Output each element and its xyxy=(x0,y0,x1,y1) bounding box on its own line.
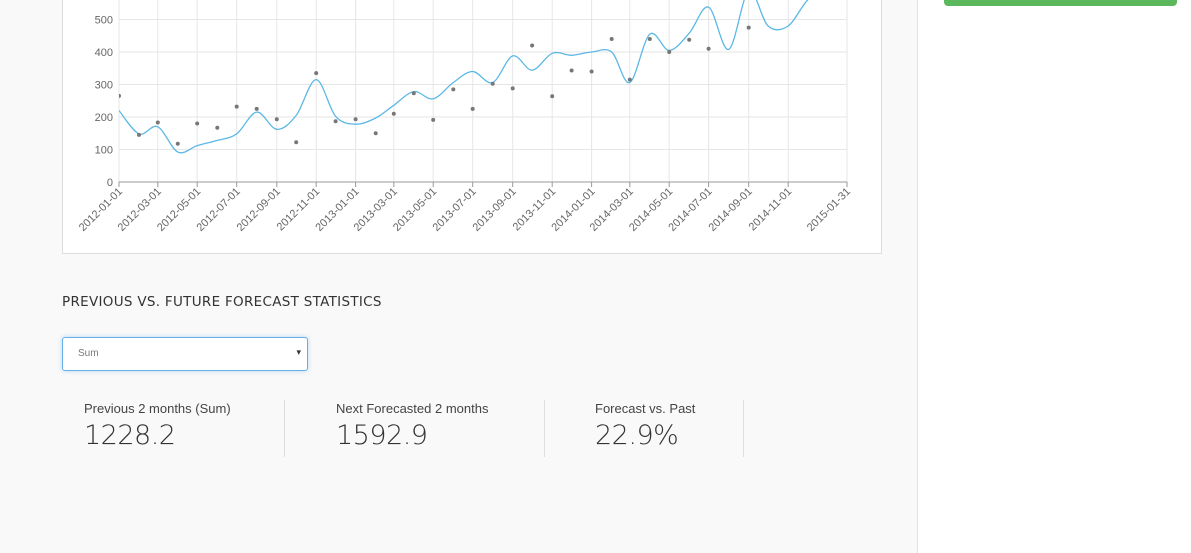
observed-data-point xyxy=(274,117,279,122)
stat-forecast-label: Next Forecasted 2 months xyxy=(336,401,489,416)
stat-forecast-value: 1592.9 xyxy=(336,420,428,451)
observed-data-point xyxy=(234,104,239,109)
observed-data-point xyxy=(353,117,358,122)
stats-section-title: PREVIOUS VS. FUTURE FORECAST STATISTICS xyxy=(62,294,382,310)
forecast-chart: 0 100 200 300 400 500 2012-01-01 2012-03-01 2012… xyxy=(62,0,882,254)
y-tick-label: 500 xyxy=(95,15,113,27)
observed-data-point xyxy=(706,46,711,51)
observed-data-point xyxy=(530,43,535,48)
observed-data-point xyxy=(569,68,574,73)
observed-data-point xyxy=(687,37,692,42)
observed-data-point xyxy=(215,125,220,130)
observed-data-point xyxy=(470,106,475,111)
observed-data-point xyxy=(490,81,495,86)
x-tick-label: 2014-11-01 xyxy=(747,186,795,234)
observed-data-point xyxy=(294,140,299,145)
right-sidebar xyxy=(917,0,1191,553)
y-tick-label: 200 xyxy=(95,112,113,124)
y-tick-label: 400 xyxy=(95,47,113,59)
observed-data-point xyxy=(373,131,378,136)
observed-data-point xyxy=(119,93,121,98)
observed-data-point xyxy=(254,106,259,111)
forecast-series-line xyxy=(119,0,809,154)
aggregation-select-value: Sum xyxy=(78,348,99,359)
observed-data-point xyxy=(333,119,338,124)
observed-data-point xyxy=(137,132,141,137)
chevron-down-icon: ▾ xyxy=(296,347,301,357)
y-tick-label: 100 xyxy=(95,145,113,157)
observed-data-point xyxy=(667,50,672,54)
aggregation-select[interactable]: Sum ▾ xyxy=(62,337,308,371)
observed-data-point xyxy=(609,37,614,41)
primary-action-button[interactable] xyxy=(944,0,1177,6)
x-tick-label: 2015-01-31 xyxy=(805,186,853,234)
stat-previous: Previous 2 months (Sum) 1228.2 xyxy=(84,400,285,457)
observed-data-point xyxy=(411,91,416,96)
stat-change-value: 22.9% xyxy=(595,420,679,451)
y-tick-label: 0 xyxy=(107,177,113,189)
observed-data-point xyxy=(451,87,456,92)
observed-data-point xyxy=(175,141,180,146)
observed-data-point xyxy=(195,121,200,126)
observed-data-point xyxy=(314,71,319,76)
observed-data-point xyxy=(550,94,555,99)
observed-data-point xyxy=(746,25,751,30)
observed-data-point xyxy=(155,120,160,125)
stat-previous-label: Previous 2 months (Sum) xyxy=(84,401,231,416)
observed-data-point xyxy=(589,69,594,74)
stat-change-label: Forecast vs. Past xyxy=(595,401,696,416)
observed-data-point xyxy=(431,117,436,122)
stat-forecast: Next Forecasted 2 months 1592.9 xyxy=(336,400,545,457)
observed-data-point xyxy=(627,77,632,82)
observed-data-point xyxy=(391,111,396,116)
observed-data-point xyxy=(647,37,652,41)
y-tick-label: 300 xyxy=(95,80,113,92)
observed-data-point xyxy=(510,86,515,91)
forecast-chart-svg: 01002003004005002012-01-012012-03-012012… xyxy=(77,0,853,234)
stat-previous-value: 1228.2 xyxy=(84,420,176,451)
stat-change: Forecast vs. Past 22.9% xyxy=(595,400,744,457)
